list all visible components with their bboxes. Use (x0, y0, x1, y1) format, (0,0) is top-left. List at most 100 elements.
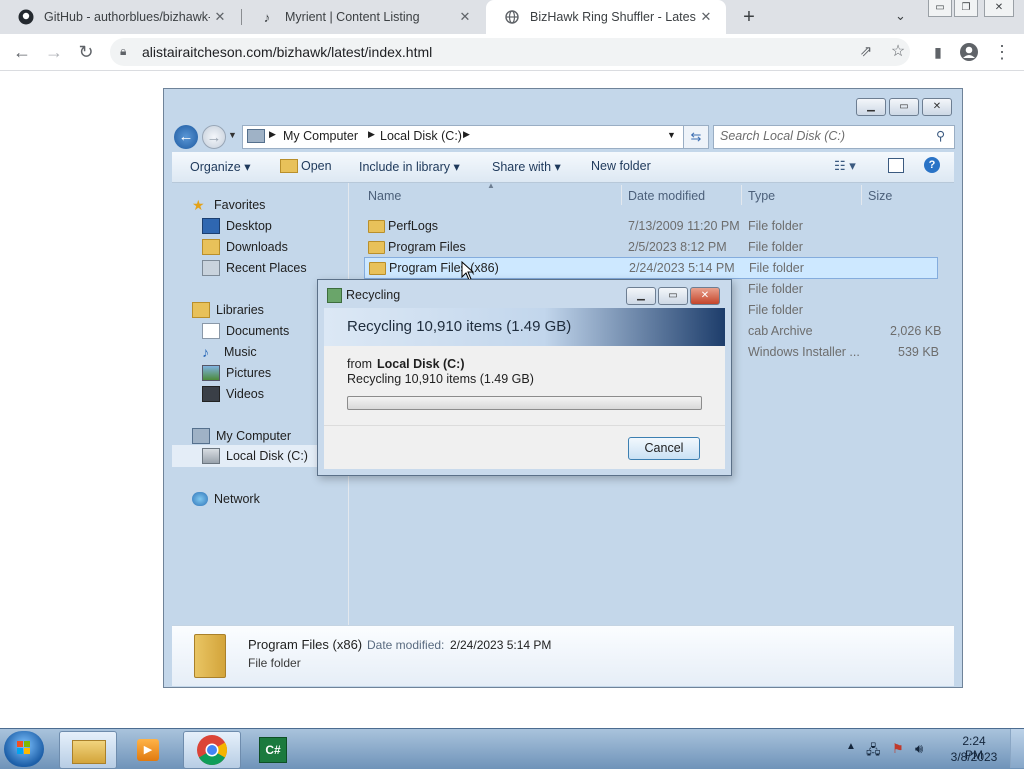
volume-icon[interactable]: 🔊︎ (915, 741, 923, 757)
file-row[interactable]: PerfLogs 7/13/2009 11:20 PM File folder (364, 216, 938, 236)
nav-downloads[interactable]: Downloads (202, 237, 288, 257)
forward-arrow-icon[interactable]: → (202, 125, 226, 149)
tab-bizhawk[interactable]: BizHawk Ring Shuffler - Latest Bu ✕ (486, 0, 726, 34)
recent-pages-icon[interactable]: ▼ (228, 130, 237, 140)
dialog-body: from Local Disk (C:) Recycling 10,910 it… (324, 346, 725, 469)
close-icon[interactable]: ✕ (696, 9, 716, 25)
back-arrow-icon[interactable]: ← (10, 40, 34, 64)
open-button[interactable]: Open (301, 159, 332, 173)
desktop-icon (202, 218, 220, 234)
nav-libraries[interactable]: Libraries (192, 300, 264, 320)
explorer-icon (72, 740, 106, 764)
file-row[interactable]: Program Files 2/5/2023 8:12 PM File fold… (364, 237, 938, 257)
maximize-icon[interactable]: ▭ (658, 287, 688, 305)
tab-label: Myrient | Content Listing (285, 10, 420, 24)
reload-icon[interactable]: ↻ (74, 40, 98, 64)
action-center-icon[interactable]: ⚑ (892, 741, 904, 757)
star-icon[interactable]: ☆ (886, 40, 910, 64)
file-type: File folder (748, 219, 803, 233)
organize-button[interactable]: Organize ▾ (190, 159, 250, 174)
profile-avatar[interactable] (957, 40, 981, 64)
chevron-down-icon[interactable]: ⌄ (895, 8, 906, 24)
nav-desktop[interactable]: Desktop (202, 216, 272, 236)
nav-pictures[interactable]: Pictures (202, 363, 271, 383)
url-text[interactable]: alistairaitcheson.com/bizhawk/latest/ind… (142, 44, 432, 60)
nav-recent-places[interactable]: Recent Places (202, 258, 307, 278)
share-with-button[interactable]: Share with ▾ (492, 159, 561, 174)
file-row-selected[interactable]: Program Files (x86) 2/24/2023 5:14 PM Fi… (364, 257, 938, 279)
breadcrumb-my-computer[interactable]: My Computer (283, 129, 358, 143)
nav-videos[interactable]: Videos (202, 384, 264, 404)
file-type: cab Archive (748, 324, 813, 338)
chevron-right-icon[interactable]: ▶ (368, 129, 375, 140)
back-arrow-icon[interactable]: ← (174, 125, 198, 149)
minimize-icon[interactable]: ▭ (928, 0, 952, 17)
myrient-icon: ♪ (263, 9, 271, 25)
start-button[interactable] (4, 731, 44, 767)
close-icon[interactable]: ✕ (455, 9, 475, 25)
column-header-date[interactable]: Date modified (628, 189, 705, 203)
close-icon[interactable]: ✕ (922, 98, 952, 116)
nav-label: Downloads (226, 240, 288, 254)
include-in-library-button[interactable]: Include in library ▾ (359, 159, 460, 174)
restore-icon[interactable]: ❐ (954, 0, 978, 17)
tab-github[interactable]: GitHub - authorblues/bizhawk-sh ✕ (0, 0, 240, 34)
nav-music[interactable]: ♪ Music (202, 342, 257, 362)
close-icon[interactable]: ✕ (984, 0, 1014, 17)
nav-label: Local Disk (C:) (226, 449, 308, 463)
dialog-divider (324, 425, 725, 426)
preview-pane-icon[interactable] (888, 158, 904, 173)
details-name: Program Files (x86) (248, 637, 363, 652)
explorer-address-bar[interactable]: ▶ My Computer ▶ Local Disk (C:) ▶ ▼ (242, 125, 692, 149)
view-options-icon[interactable]: ☷ ▾ (834, 158, 856, 174)
nav-label: Documents (226, 324, 290, 338)
new-folder-button[interactable]: New folder (591, 159, 651, 173)
file-size: 539 KB (898, 345, 940, 359)
taskbar-media-player[interactable]: ▶ (121, 731, 177, 767)
search-input[interactable]: Search Local Disk (C:) ⚲ (713, 125, 955, 149)
minimize-icon[interactable]: ▁ (856, 98, 886, 116)
close-icon[interactable]: ✕ (690, 287, 720, 305)
nav-documents[interactable]: Documents (202, 321, 289, 341)
chevron-right-icon[interactable]: ▶ (269, 129, 276, 140)
show-hidden-icons-icon[interactable]: ▲ (846, 741, 856, 752)
tab-myrient[interactable]: ♪ Myrient | Content Listing ✕ (241, 0, 485, 34)
nav-network[interactable]: Network (192, 489, 260, 509)
nav-label: Network (214, 492, 260, 506)
maximize-icon[interactable]: ▭ (889, 98, 919, 116)
details-date: 2/24/2023 5:14 PM (450, 638, 552, 652)
forward-arrow-icon[interactable]: → (42, 40, 66, 64)
address-dropdown-icon[interactable]: ▼ (667, 130, 676, 140)
recent-places-icon (202, 260, 220, 276)
show-desktop-button[interactable] (1010, 729, 1024, 768)
lock-icon: 🔒︎ (120, 44, 127, 58)
taskbar-chrome[interactable] (183, 731, 241, 769)
minimize-icon[interactable]: ▁ (626, 287, 656, 305)
nav-favorites[interactable]: ★ Favorites (192, 195, 265, 215)
nav-label: Recent Places (226, 261, 307, 275)
close-icon[interactable]: ✕ (210, 9, 230, 25)
more-menu-icon[interactable]: ⋮ (990, 40, 1014, 64)
address-bar[interactable]: 🔒︎ alistairaitcheson.com/bizhawk/latest/… (110, 38, 910, 66)
nav-my-computer[interactable]: My Computer (192, 426, 291, 446)
taskbar-csharp[interactable]: C# (245, 731, 301, 767)
dialog-banner: Recycling 10,910 items (1.49 GB) (324, 308, 725, 346)
side-panel-icon[interactable]: ▮ (926, 40, 950, 64)
taskbar-explorer[interactable] (59, 731, 117, 769)
search-icon[interactable]: ⚲ (936, 128, 945, 143)
breadcrumb-local-disk[interactable]: Local Disk (C:) (380, 129, 462, 143)
network-status-icon[interactable]: 🖧︎ (866, 741, 881, 763)
column-header-name[interactable]: Name (368, 189, 401, 203)
mouse-cursor-icon (461, 261, 475, 281)
clock-date[interactable]: 3/8/2023 (949, 750, 999, 764)
help-icon[interactable]: ? (924, 157, 940, 173)
cancel-button[interactable]: Cancel (628, 437, 700, 460)
column-header-type[interactable]: Type (748, 189, 775, 203)
file-type: File folder (748, 282, 803, 296)
refresh-icon[interactable]: ⇆ (683, 125, 709, 149)
new-tab-button[interactable]: + (737, 5, 761, 29)
chevron-right-icon[interactable]: ▶ (463, 129, 470, 140)
share-icon[interactable]: ⇗ (854, 40, 878, 64)
column-header-size[interactable]: Size (868, 189, 892, 203)
column-divider (621, 185, 622, 205)
